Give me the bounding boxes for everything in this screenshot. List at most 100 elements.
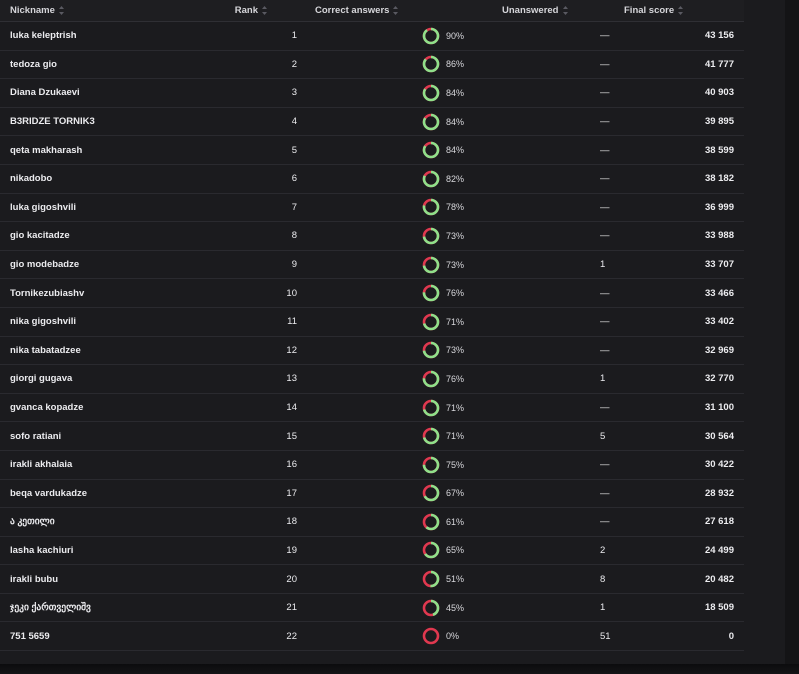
player-rank: 5 (215, 135, 297, 165)
sort-icon[interactable] (262, 5, 267, 15)
table-row[interactable]: ჯეკი ქართველიშვ 21 45% 1 18 509 (0, 593, 744, 623)
final-score: 0 (612, 621, 744, 652)
correct-ratio-ring-icon (422, 627, 440, 645)
table-row[interactable]: qeta makharash 5 84% —38 599 (0, 135, 744, 165)
leaderboard-panel: Nickname Rank Correct answers Unanswered… (0, 0, 785, 664)
leaderboard-table: Nickname Rank Correct answers Unanswered… (0, 0, 744, 652)
correct-answers-cell: 73% (297, 221, 502, 251)
table-row[interactable]: ა კეთილი 18 61% —27 618 (0, 507, 744, 537)
table-row[interactable]: giorgi gugava 13 76% 1 32 770 (0, 364, 744, 394)
player-nickname: 751 5659 (0, 621, 215, 652)
correct-percent: 0% (446, 631, 460, 642)
correct-answers-cell: 73% (297, 250, 502, 280)
table-row[interactable]: gio modebadze 9 73% 1 33 707 (0, 250, 744, 280)
unanswered-count: — (502, 393, 612, 423)
sort-icon[interactable] (393, 5, 399, 15)
correct-answers-cell: 65% (297, 536, 502, 566)
table-row[interactable]: luka keleptrish 1 90% —43 156 (0, 21, 744, 51)
table-row[interactable]: lasha kachiuri 19 65% 2 24 499 (0, 536, 744, 566)
column-header-nickname[interactable]: Nickname (0, 0, 215, 22)
correct-ratio-ring-icon (422, 227, 440, 245)
table-row[interactable]: nika gigoshvili 11 71% —33 402 (0, 307, 744, 337)
correct-answers-cell: 73% (297, 336, 502, 366)
player-nickname: irakli bubu (0, 564, 215, 594)
unanswered-count: — (502, 164, 612, 194)
table-row[interactable]: beqa vardukadze 17 67% —28 932 (0, 479, 744, 509)
player-nickname: ა კეთილი (0, 507, 215, 537)
unanswered-count: 1 (502, 364, 612, 394)
table-row[interactable]: nika tabatadzee 12 73% —32 969 (0, 336, 744, 366)
player-nickname: nika tabatadzee (0, 336, 215, 366)
player-rank: 17 (215, 479, 297, 509)
sort-icon[interactable] (678, 5, 684, 15)
correct-percent: 71% (446, 316, 465, 327)
player-rank: 8 (215, 221, 297, 251)
player-nickname: ჯეკი ქართველიშვ (0, 593, 215, 623)
final-score: 32 770 (612, 364, 744, 394)
correct-percent: 86% (446, 59, 465, 70)
final-score: 38 182 (612, 164, 744, 194)
table-row[interactable]: 751 5659 22 0% 51 0 (0, 621, 744, 652)
correct-answers-cell: 78% (297, 193, 502, 223)
correct-ratio-ring-icon (422, 56, 440, 73)
player-nickname: gvanca kopadze (0, 393, 215, 423)
final-score: 20 482 (612, 564, 744, 594)
final-score: 31 100 (612, 393, 744, 423)
leaderboard-rows: luka keleptrish 1 90% —43 156 tedoza gio 2 86%… (0, 21, 744, 652)
player-rank: 2 (215, 50, 297, 80)
unanswered-count: — (502, 336, 612, 366)
final-score: 33 988 (612, 221, 744, 251)
player-nickname: irakli akhalaia (0, 450, 215, 480)
correct-percent: 73% (446, 345, 465, 356)
correct-answers-cell: 71% (297, 307, 502, 337)
column-header-nickname-label: Nickname (10, 5, 55, 16)
sort-icon[interactable] (562, 5, 568, 15)
table-row[interactable]: nikadobo 6 82% —38 182 (0, 164, 744, 194)
unanswered-count: — (502, 479, 612, 509)
player-rank: 15 (215, 421, 297, 451)
column-header-unanswered-label: Unanswered (502, 5, 559, 16)
correct-ratio-ring-icon (422, 399, 440, 416)
correct-percent: 78% (446, 202, 465, 213)
table-row[interactable]: gio kacitadze 8 73% —33 988 (0, 221, 744, 251)
table-row[interactable]: tedoza gio 2 86% —41 777 (0, 50, 744, 80)
final-score: 32 969 (612, 336, 744, 366)
player-rank: 22 (215, 621, 297, 652)
table-row[interactable]: luka gigoshvili 7 78% —36 999 (0, 193, 744, 223)
correct-percent: 84% (446, 116, 465, 127)
unanswered-count: — (502, 78, 612, 108)
unanswered-count: 51 (502, 621, 612, 652)
player-rank: 14 (215, 393, 297, 423)
unanswered-count: 5 (502, 421, 612, 451)
correct-answers-cell: 0% (297, 621, 502, 652)
correct-percent: 90% (446, 30, 465, 41)
table-row[interactable]: irakli akhalaia 16 75% —30 422 (0, 450, 744, 480)
correct-ratio-ring-icon (422, 141, 440, 159)
final-score: 33 402 (612, 307, 744, 337)
correct-answers-cell: 84% (297, 135, 502, 165)
column-header-final-score[interactable]: Final score (612, 0, 744, 22)
player-rank: 7 (215, 193, 297, 223)
table-row[interactable]: sofo ratiani 15 71% 5 30 564 (0, 421, 744, 451)
table-row[interactable]: irakli bubu 20 51% 8 20 482 (0, 564, 744, 594)
correct-percent: 76% (446, 288, 465, 299)
sort-icon[interactable] (58, 5, 64, 15)
column-header-unanswered[interactable]: Unanswered (502, 0, 612, 22)
table-row[interactable]: Diana Dzukaevi 3 84% —40 903 (0, 78, 744, 108)
correct-percent: 71% (446, 402, 465, 413)
table-row[interactable]: Tornikezubiashv 10 76% —33 466 (0, 278, 744, 308)
player-rank: 11 (215, 307, 297, 337)
column-header-correct-answers[interactable]: Correct answers (297, 0, 502, 22)
player-rank: 10 (215, 278, 297, 308)
column-header-rank[interactable]: Rank (215, 0, 297, 22)
table-row[interactable]: gvanca kopadze 14 71% —31 100 (0, 393, 744, 423)
unanswered-count: 2 (502, 536, 612, 566)
correct-percent: 84% (446, 87, 465, 98)
player-nickname: tedoza gio (0, 50, 215, 80)
player-rank: 21 (215, 593, 297, 623)
correct-ratio-ring-icon (422, 284, 440, 302)
correct-ratio-ring-icon (422, 542, 440, 559)
table-row[interactable]: B3RIDZE TORNIK3 4 84% —39 895 (0, 107, 744, 137)
ring-correct-arc (422, 27, 440, 45)
player-nickname: Tornikezubiashv (0, 278, 215, 308)
